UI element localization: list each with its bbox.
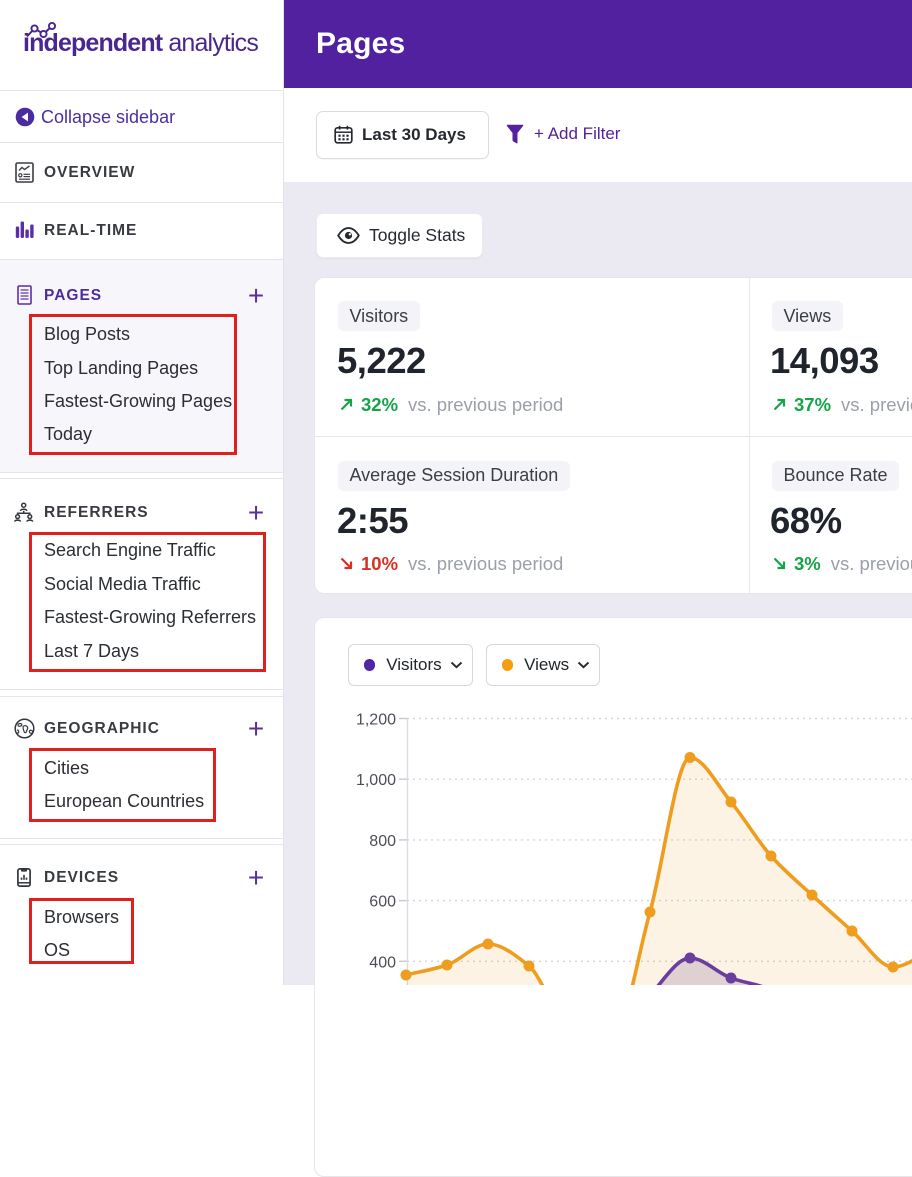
svg-text:800: 800 <box>369 833 396 850</box>
svg-text:400: 400 <box>369 954 396 971</box>
svg-text:600: 600 <box>369 894 396 911</box>
svg-text:1,200: 1,200 <box>356 712 396 729</box>
svg-text:1,000: 1,000 <box>356 772 396 789</box>
